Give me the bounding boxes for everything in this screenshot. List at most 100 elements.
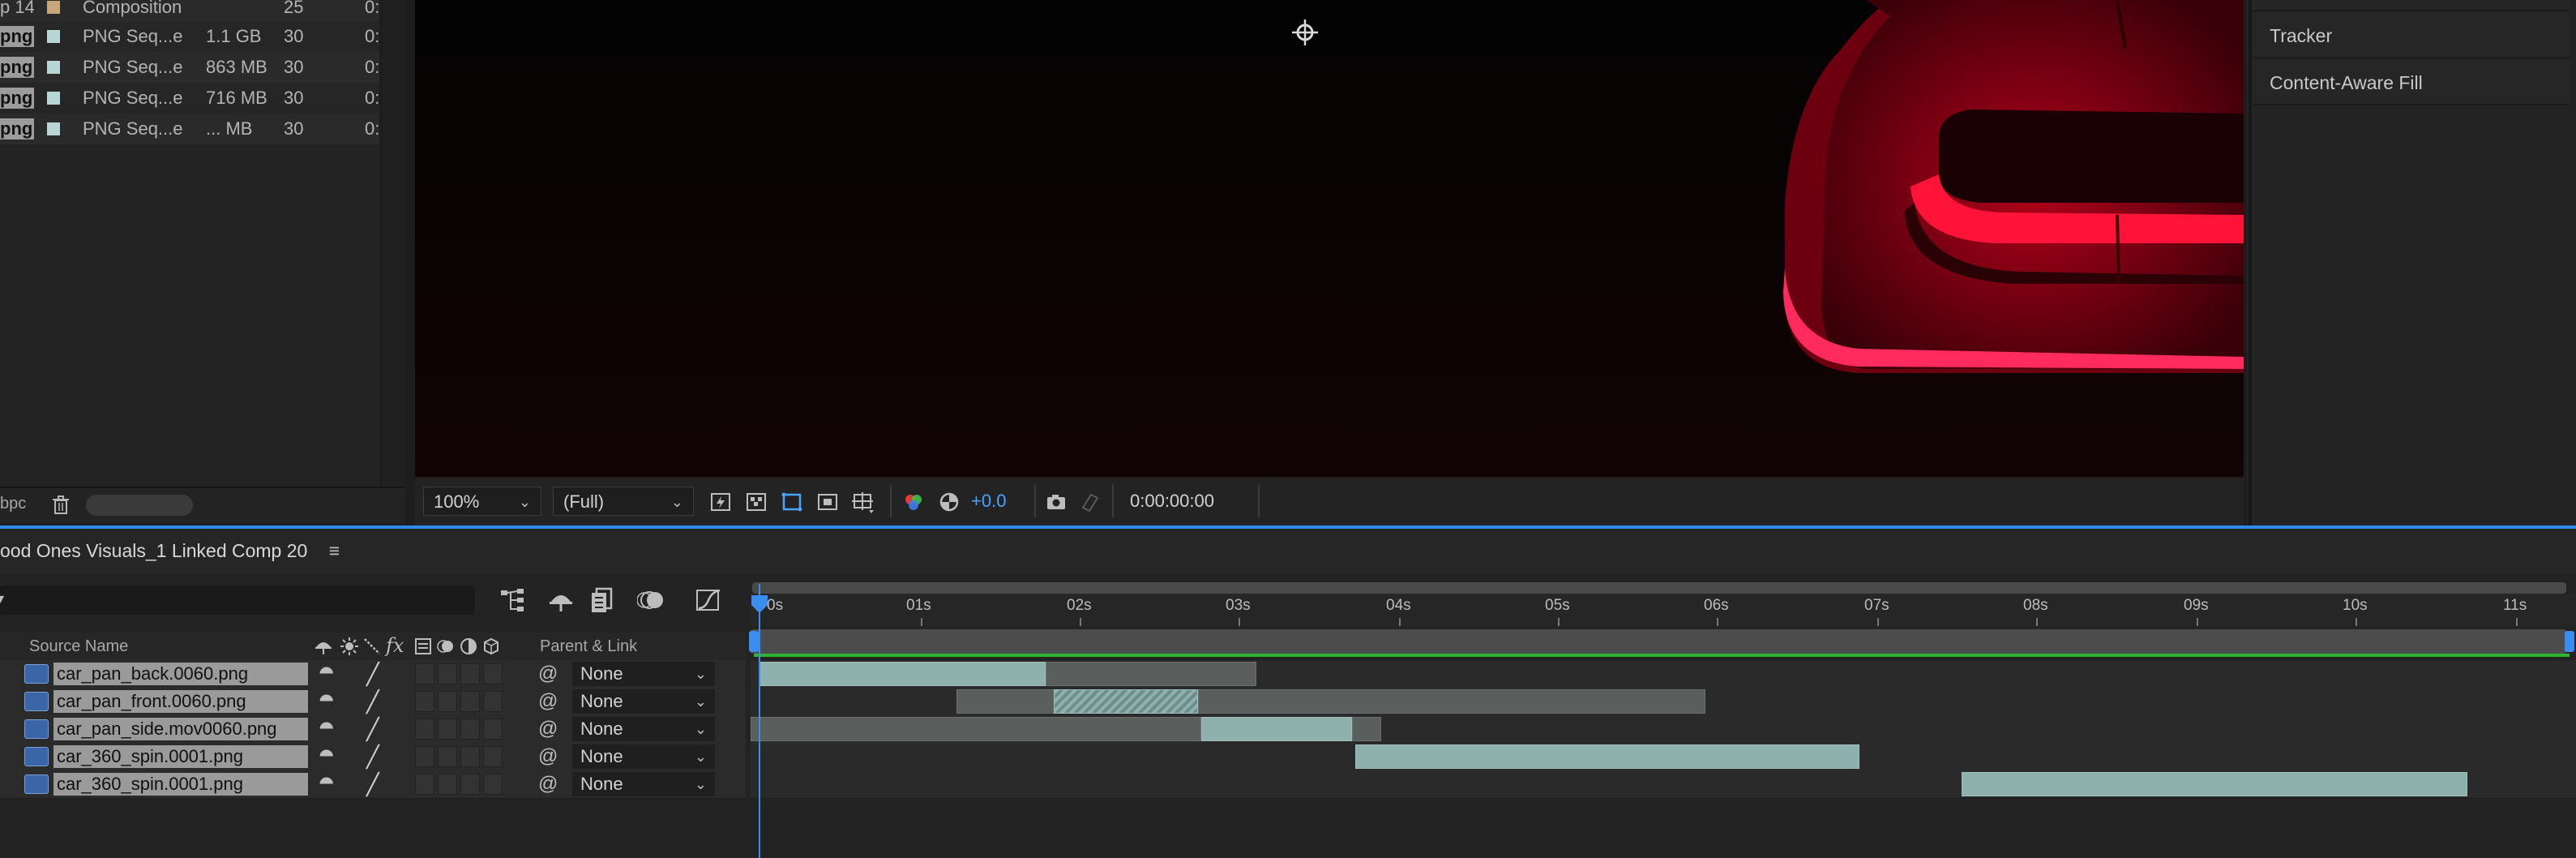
composition-tab[interactable]: ood Ones Visuals_1 Linked Comp 20 ≡ — [0, 537, 340, 564]
layer-track[interactable] — [751, 770, 2576, 799]
shy-switch[interactable]: ⯊ — [319, 660, 333, 688]
mask-visibility-icon[interactable] — [780, 490, 804, 514]
pick-whip-icon[interactable]: @ — [538, 770, 558, 798]
label-swatch[interactable] — [47, 61, 60, 74]
project-item[interactable]: png PNG Seq...e 716 MB 30 0: — [0, 83, 379, 114]
layer-duration-bar[interactable] — [1355, 744, 1859, 769]
quality-switch[interactable]: ╱ — [366, 770, 379, 798]
layer-track[interactable] — [751, 715, 2576, 744]
region-of-interest-icon[interactable] — [815, 490, 840, 514]
panel-menu-icon[interactable]: ≡ — [329, 540, 340, 561]
fast-previews-icon[interactable] — [708, 490, 733, 514]
frame-blend-switch[interactable] — [438, 746, 457, 767]
layer-name[interactable]: car_360_spin.0001.png — [53, 773, 308, 796]
bit-depth-label[interactable]: bpc — [0, 495, 26, 513]
layer-trimmed-bar[interactable] — [1198, 689, 1705, 714]
work-area-start-handle[interactable] — [749, 631, 759, 652]
camera-snapshot-icon[interactable] — [1044, 490, 1068, 514]
reset-exposure-icon[interactable] — [937, 490, 961, 514]
layer-row[interactable]: car_pan_side.mov0060.png ⯊ ╱ @ None ⌄ — [0, 715, 746, 744]
quality-switch[interactable]: ╱ — [366, 688, 379, 715]
layer-row[interactable]: car_pan_back.0060.png ⯊ ╱ @ None ⌄ — [0, 660, 746, 689]
current-time-display[interactable]: 0:00:00:00 — [1130, 487, 1214, 516]
trash-icon[interactable] — [49, 493, 73, 517]
pick-whip-icon[interactable]: @ — [538, 715, 558, 743]
frame-blend-switch[interactable] — [438, 774, 457, 795]
pick-whip-icon[interactable]: @ — [538, 688, 558, 715]
layer-row[interactable]: car_pan_front.0060.png ⯊ ╱ @ None ⌄ — [0, 688, 746, 716]
shy-switch[interactable]: ⯊ — [319, 688, 333, 715]
layer-trimmed-bar[interactable] — [1352, 717, 1381, 741]
3d-switch[interactable] — [483, 774, 503, 795]
project-item[interactable]: p 14 Composition 25 0: — [0, 0, 379, 23]
layer-search-input[interactable]: ▾ — [0, 586, 475, 615]
anchor-point-icon[interactable] — [1290, 18, 1320, 47]
graph-editor-icon[interactable] — [694, 586, 723, 615]
playhead-handle-icon[interactable] — [749, 594, 770, 615]
3d-switch[interactable] — [483, 719, 503, 740]
parent-dropdown[interactable]: None ⌄ — [572, 717, 715, 741]
parent-dropdown[interactable]: None ⌄ — [572, 744, 715, 769]
layer-trimmed-bar[interactable] — [1046, 662, 1256, 686]
source-name-header[interactable]: Source Name — [29, 637, 128, 656]
thumbnail-slider[interactable] — [86, 495, 193, 516]
work-area-end-handle[interactable] — [2565, 631, 2574, 652]
grid-guides-icon[interactable] — [851, 490, 875, 514]
layer-track[interactable] — [751, 743, 2576, 771]
parent-dropdown[interactable]: None ⌄ — [572, 662, 715, 686]
quality-switch[interactable]: ╱ — [366, 715, 379, 743]
content-aware-fill-panel-tab[interactable]: Content-Aware Fill — [2253, 60, 2570, 105]
label-swatch[interactable] — [47, 30, 60, 43]
effects-switch[interactable] — [415, 774, 434, 795]
shy-switch[interactable]: ⯊ — [319, 770, 333, 798]
effects-switch[interactable] — [415, 746, 434, 767]
channel-rgb-icon[interactable] — [901, 490, 926, 514]
resolution-dropdown[interactable]: (Full) ⌄ — [553, 487, 694, 516]
pick-whip-icon[interactable]: @ — [538, 743, 558, 770]
project-item[interactable]: png PNG Seq...e ... MB 30 0: — [0, 114, 379, 144]
project-item[interactable]: png PNG Seq...e 863 MB 30 0: — [0, 52, 379, 83]
3d-switch[interactable] — [483, 663, 503, 684]
layer-duration-bar[interactable] — [1201, 717, 1352, 741]
transparency-grid-icon[interactable] — [744, 490, 768, 514]
layer-trimmed-bar[interactable] — [956, 689, 1057, 714]
time-ruler[interactable] — [751, 594, 2576, 626]
motion-blur-switch[interactable] — [460, 663, 480, 684]
label-swatch[interactable] — [47, 1, 60, 14]
parent-dropdown[interactable]: None ⌄ — [572, 772, 715, 796]
parent-dropdown[interactable]: None ⌄ — [572, 689, 715, 714]
work-area-bar[interactable] — [751, 629, 2566, 654]
layer-track[interactable] — [751, 688, 2576, 716]
frame-blend-switch[interactable] — [438, 719, 457, 740]
motion-blur-switch[interactable] — [460, 691, 480, 712]
frame-blend-switch[interactable] — [438, 691, 457, 712]
project-item[interactable]: png PNG Seq...e 1.1 GB 30 0: — [0, 21, 379, 52]
effects-switch[interactable] — [415, 663, 434, 684]
layer-row[interactable]: car_360_spin.0001.png ⯊ ╱ @ None ⌄ — [0, 743, 746, 771]
3d-switch[interactable] — [483, 691, 503, 712]
label-swatch[interactable] — [47, 122, 60, 135]
magnification-dropdown[interactable]: 100% ⌄ — [423, 487, 541, 516]
layer-name[interactable]: car_pan_side.mov0060.png — [53, 718, 308, 740]
show-snapshot-icon[interactable] — [1078, 490, 1102, 514]
project-scrollbar[interactable] — [383, 0, 405, 487]
parent-link-header[interactable]: Parent & Link — [540, 637, 637, 656]
frame-blending-icon[interactable] — [587, 586, 616, 615]
time-navigator-bar[interactable] — [752, 582, 2566, 594]
search-dropdown-icon[interactable]: ▾ — [0, 590, 4, 607]
motion-blur-switch[interactable] — [460, 719, 480, 740]
composition-viewer[interactable] — [415, 0, 2244, 477]
frame-blend-switch[interactable] — [438, 663, 457, 684]
tracker-panel-tab[interactable]: Tracker — [2253, 13, 2570, 58]
motion-blur-icon[interactable] — [636, 586, 666, 615]
shy-layers-icon[interactable] — [546, 586, 576, 615]
exposure-value[interactable]: +0.0 — [971, 487, 1006, 516]
motion-blur-switch[interactable] — [460, 746, 480, 767]
layer-name[interactable]: car_360_spin.0001.png — [53, 745, 308, 768]
current-time-indicator[interactable] — [759, 584, 760, 858]
layer-duration-bar[interactable] — [1962, 772, 2467, 796]
layer-trimmed-bar[interactable] — [751, 717, 1201, 741]
shy-switch[interactable]: ⯊ — [319, 743, 333, 770]
quality-switch[interactable]: ╱ — [366, 743, 379, 770]
layer-duration-bar[interactable] — [759, 662, 1046, 686]
